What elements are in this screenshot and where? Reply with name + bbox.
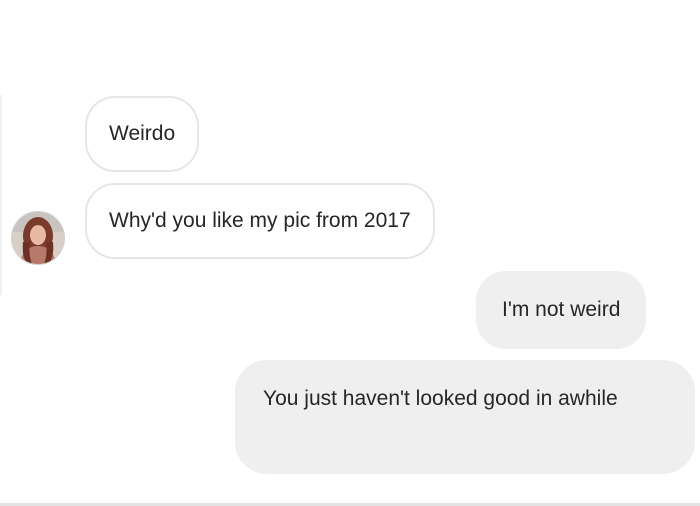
message-thread: Weirdo Why'd you like my pic from 2017 I…	[0, 0, 700, 506]
message-bubble-incoming[interactable]: Weirdo	[85, 96, 200, 172]
panel-edge	[0, 95, 2, 295]
message-text: You just haven't looked good in awhile	[263, 387, 618, 410]
message-text: Why'd you like my pic from 2017	[109, 209, 411, 232]
message-text: Weirdo	[109, 122, 176, 145]
profile-photo-icon	[12, 212, 64, 264]
message-bubble-outgoing[interactable]: I'm not weird	[476, 271, 647, 349]
message-bubble-incoming[interactable]: Why'd you like my pic from 2017	[85, 183, 435, 259]
avatar[interactable]	[12, 212, 64, 264]
message-bubble-outgoing[interactable]: You just haven't looked good in awhile	[235, 360, 695, 474]
message-text: I'm not weird	[502, 298, 621, 321]
